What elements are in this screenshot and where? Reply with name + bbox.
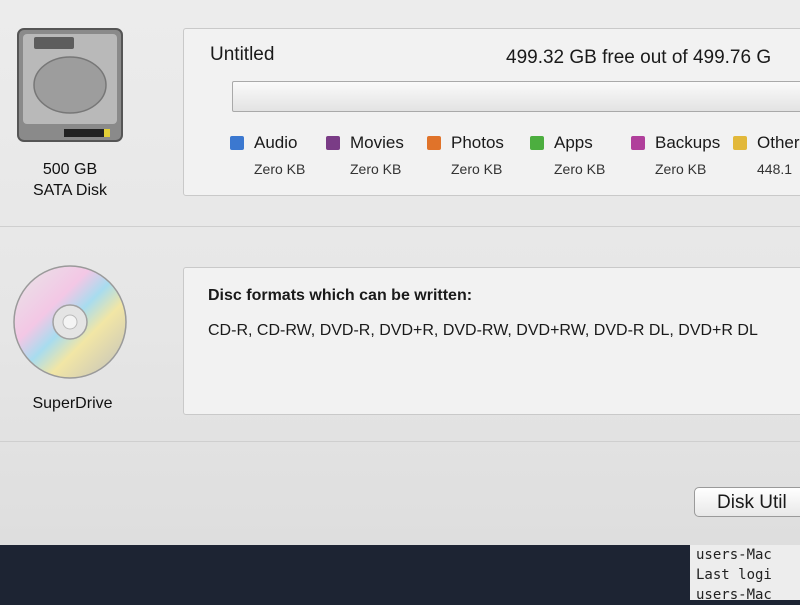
terminal-line: users-Mac	[696, 547, 772, 563]
legend-name: Other	[757, 133, 800, 152]
disk-capacity: 500 GB	[42, 161, 98, 178]
disk-usage-panel: Untitled 499.32 GB free out of 499.76 G …	[183, 28, 800, 196]
disk-capacity-label: 500 GB SATA Disk	[20, 159, 120, 201]
hard-disk-icon	[17, 28, 123, 142]
movies-swatch	[326, 136, 340, 150]
backups-swatch	[631, 136, 645, 150]
drive-label: SuperDrive	[32, 395, 113, 412]
terminal-line: users-Mac	[696, 587, 772, 603]
formats-list: CD-R, CD-RW, DVD-R, DVD+R, DVD-RW, DVD+R…	[208, 322, 758, 339]
legend-size: 448.1	[757, 161, 793, 177]
section-divider	[0, 226, 800, 227]
legend-size: Zero KB	[451, 161, 503, 177]
section-divider	[0, 441, 800, 442]
legend-name: Photos	[451, 133, 504, 152]
audio-swatch	[230, 136, 244, 150]
about-this-mac-window: 500 GB SATA Disk Untitled 499.32 GB free…	[0, 0, 800, 545]
disk-type: SATA Disk	[32, 182, 108, 199]
apps-swatch	[530, 136, 544, 150]
terminal-window: users-Mac Last logi users-Mac	[690, 545, 800, 603]
terminal-line: Last logi	[696, 567, 772, 583]
cd-disc-icon	[13, 265, 127, 379]
photos-swatch	[427, 136, 441, 150]
legend-size: Zero KB	[554, 161, 606, 177]
formats-title: Disc formats which can be written:	[208, 287, 473, 304]
free-space-text: 499.32 GB free out of 499.76 G	[506, 47, 772, 68]
legend-size: Zero KB	[350, 161, 402, 177]
legend-size: Zero KB	[655, 161, 707, 177]
legend-name: Apps	[554, 133, 593, 152]
legend-size: Zero KB	[254, 161, 306, 177]
volume-name: Untitled	[210, 44, 275, 65]
usage-bar	[232, 81, 800, 112]
legend-name: Movies	[350, 133, 404, 152]
other-swatch	[733, 136, 747, 150]
legend-name: Backups	[655, 133, 721, 152]
legend-name: Audio	[254, 133, 298, 152]
disk-utility-button[interactable]: Disk Util	[694, 487, 800, 517]
drive-info-panel: Disc formats which can be written: CD-R,…	[183, 267, 800, 415]
